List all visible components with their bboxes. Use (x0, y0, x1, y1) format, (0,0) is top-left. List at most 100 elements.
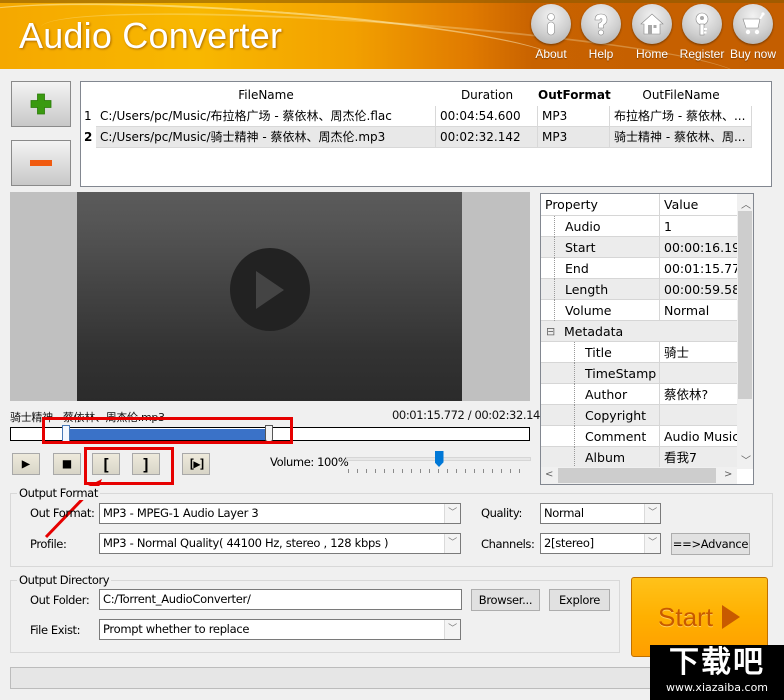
tree-line (574, 426, 575, 447)
file-table[interactable]: FileName Duration OutFormat OutFileName … (80, 81, 772, 187)
scroll-right-icon[interactable]: > (724, 469, 732, 480)
buy-now-button[interactable]: Buy now (728, 4, 778, 61)
property-row[interactable]: Volume Normal (541, 300, 753, 321)
play-button[interactable]: ▶ (12, 453, 40, 475)
out-format-select[interactable]: MP3 - MPEG-1 Audio Layer 3 ﹀ (99, 503, 461, 524)
collapse-icon[interactable]: ⊟ (546, 321, 555, 342)
file-exist-select[interactable]: Prompt whether to replace ﹀ (99, 619, 461, 640)
stop-icon: ■ (62, 456, 72, 472)
trim-start-handle[interactable] (61, 425, 70, 442)
about-button[interactable]: About (526, 4, 576, 61)
column-header-outformat[interactable]: OutFormat (538, 84, 611, 106)
profile-select[interactable]: MP3 - Normal Quality( 44100 Hz, stereo ,… (99, 533, 461, 554)
remove-file-button[interactable] (11, 140, 71, 186)
property-row[interactable]: Title 骑士 (541, 342, 753, 363)
property-grid[interactable]: Property Value Audio 1 Start 00:00:16.192 En… (540, 193, 754, 485)
property-row[interactable]: End 00:01:15.772 (541, 258, 753, 279)
scroll-left-icon[interactable]: < (545, 469, 553, 480)
play-selection-icon: [▶] (188, 457, 206, 471)
header-banner: Audio Converter About Help Home Register… (0, 0, 784, 69)
row-number: 1 (84, 109, 92, 123)
out-folder-input[interactable]: C:/Torrent_AudioConverter/ (99, 589, 462, 610)
quality-select[interactable]: Normal ﹀ (540, 503, 661, 524)
property-key: Comment (585, 429, 647, 444)
cell-outformat: MP3 (538, 127, 610, 148)
scroll-down-icon[interactable]: ﹀ (741, 452, 751, 467)
plus-icon (30, 93, 52, 115)
play-arrow-icon (721, 605, 740, 629)
cell-filename: C:/Users/pc/Music/骑士精神 - 蔡依林、周杰伦.mp3 (96, 127, 436, 148)
advance-button[interactable]: ==>Advance (671, 533, 750, 555)
time-readout: 00:01:15.772 / 00:02:32.142 (392, 408, 547, 422)
scrollbar-thumb[interactable] (738, 211, 752, 399)
out-format-label: Out Format: (30, 506, 95, 520)
bracket-right-icon: ] (141, 454, 151, 474)
property-key: Copyright (585, 408, 647, 423)
tree-line (554, 279, 555, 300)
volume-ticks (348, 469, 528, 473)
column-header-duration[interactable]: Duration (436, 84, 538, 106)
info-icon (547, 13, 555, 36)
chevron-down-icon[interactable]: ﹀ (444, 504, 460, 523)
profile-value: MP3 - Normal Quality( 44100 Hz, stereo ,… (103, 536, 389, 550)
property-row[interactable]: Audio 1 (541, 216, 753, 237)
register-button[interactable]: Register (677, 4, 727, 61)
file-exist-value: Prompt whether to replace (103, 622, 250, 636)
minus-icon (30, 160, 52, 166)
property-row[interactable]: Copyright (541, 405, 753, 426)
tree-line (574, 405, 575, 426)
stop-button[interactable]: ■ (53, 453, 81, 475)
chevron-down-icon[interactable]: ﹀ (444, 620, 460, 639)
property-row[interactable]: Length 00:00:59.580 (541, 279, 753, 300)
volume-label: Volume: 100% (270, 455, 349, 469)
output-format-legend: Output Format (17, 486, 100, 500)
browser-button[interactable]: Browser... (471, 589, 540, 611)
bracket-left-icon: [ (101, 454, 111, 474)
property-horizontal-scrollbar[interactable]: < > (541, 467, 737, 484)
volume-slider[interactable] (346, 451, 531, 477)
mark-out-button[interactable]: ] (132, 453, 160, 475)
trim-timeline[interactable] (10, 425, 530, 442)
current-file-label: 骑士精神 - 蔡依林、周杰伦.mp3 (10, 411, 165, 424)
property-row[interactable]: ⊟ Metadata (541, 321, 753, 342)
out-folder-label: Out Folder: (30, 593, 90, 607)
quality-value: Normal (544, 506, 584, 520)
column-header-outfilename[interactable]: OutFileName (610, 84, 752, 106)
cell-outformat: MP3 (538, 106, 610, 127)
channels-value: 2[stereo] (544, 536, 594, 550)
tree-line (554, 216, 555, 237)
property-key: End (565, 261, 589, 276)
property-row[interactable]: Comment Audio Music ... (541, 426, 753, 447)
channels-select[interactable]: 2[stereo] ﹀ (540, 533, 661, 554)
scrollbar-thumb[interactable] (558, 468, 716, 483)
tree-line (574, 363, 575, 384)
property-row[interactable]: Author 蔡依林? (541, 384, 753, 405)
add-file-button[interactable] (11, 81, 71, 127)
play-selection-button[interactable]: [▶] (182, 453, 210, 475)
cart-icon (742, 12, 765, 35)
property-row[interactable]: TimeStamp (541, 363, 753, 384)
home-button[interactable]: Home (627, 4, 677, 61)
chevron-down-icon[interactable]: ﹀ (644, 534, 660, 553)
chevron-down-icon[interactable]: ﹀ (644, 504, 660, 523)
scroll-up-icon[interactable]: ︿ (741, 196, 751, 211)
channels-label: Channels: (481, 537, 535, 551)
chevron-down-icon[interactable]: ﹀ (444, 534, 460, 553)
register-label: Register (679, 47, 725, 61)
property-row[interactable]: Start 00:00:16.192 (541, 237, 753, 258)
table-row-selected[interactable]: C:/Users/pc/Music/骑士精神 - 蔡依林、周杰伦.mp3 00:… (96, 127, 752, 148)
table-row[interactable]: C:/Users/pc/Music/布拉格广场 - 蔡依林、周杰伦.flac 0… (96, 106, 752, 127)
cell-outfilename: 骑士精神 - 蔡依林、周... (610, 127, 752, 148)
volume-thumb[interactable] (434, 451, 444, 467)
property-key: Author (585, 387, 628, 402)
help-button[interactable]: Help (576, 4, 626, 61)
trim-end-handle[interactable] (264, 425, 273, 442)
explore-button[interactable]: Explore (549, 589, 610, 611)
video-play-overlay[interactable] (230, 248, 310, 331)
about-label: About (535, 47, 567, 61)
mark-in-button[interactable]: [ (92, 453, 120, 475)
property-row[interactable]: Album 看我7 (541, 447, 753, 468)
column-header-filename[interactable]: FileName (96, 84, 436, 106)
file-exist-label: File Exist: (30, 623, 81, 637)
property-vertical-scrollbar[interactable]: ︿ ﹀ (737, 194, 753, 469)
